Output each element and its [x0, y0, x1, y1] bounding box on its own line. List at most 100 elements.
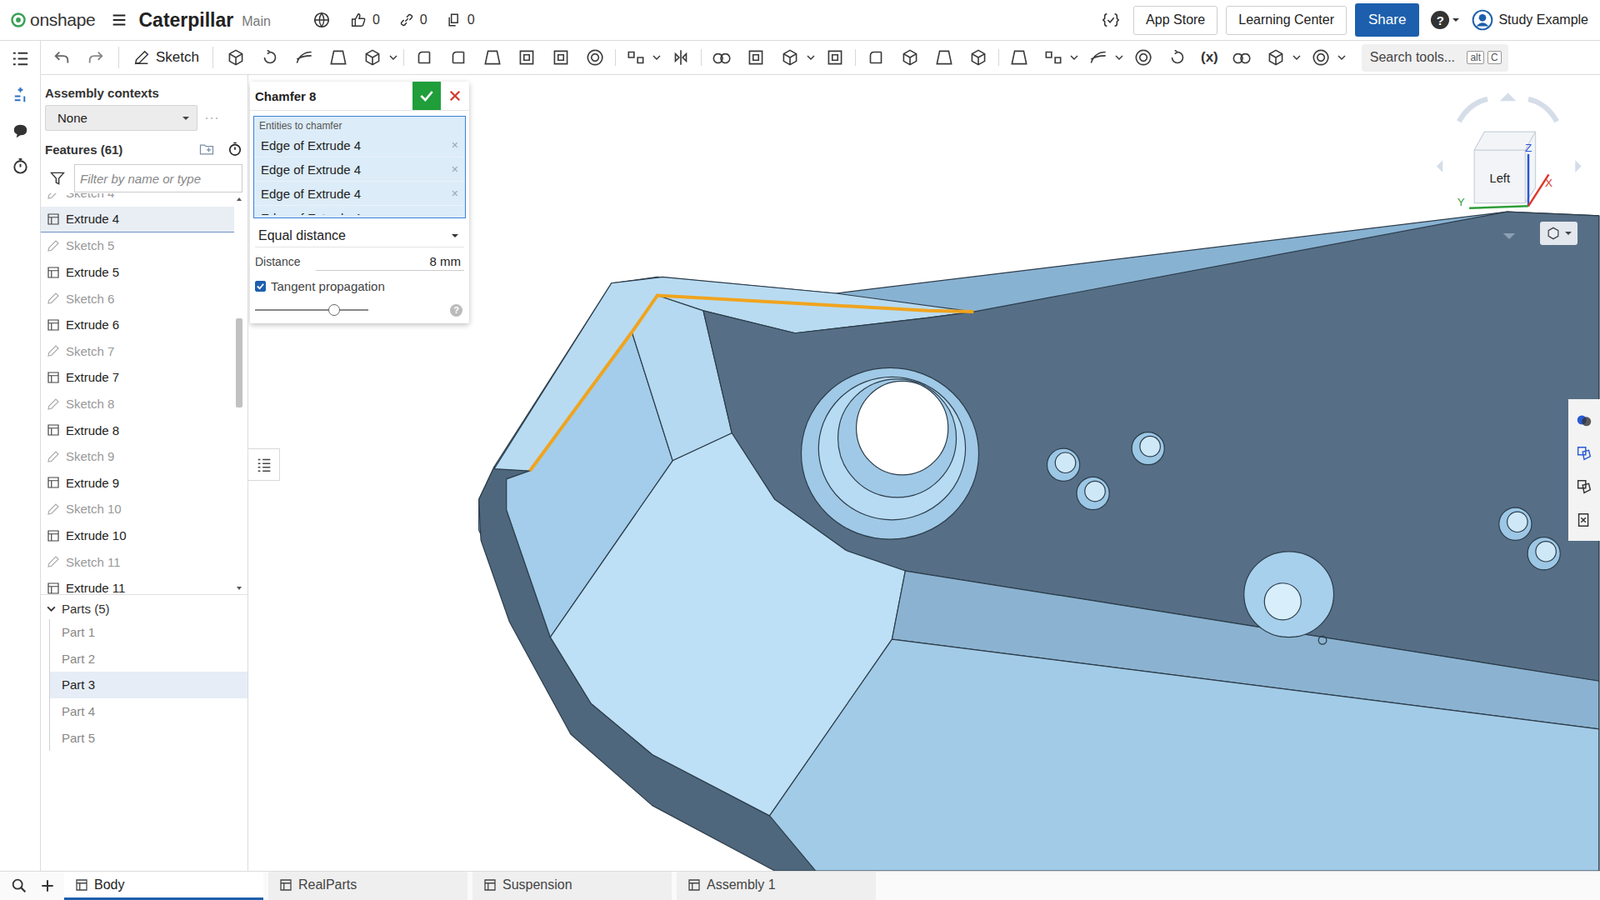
view-cube-face[interactable]: Left: [1490, 171, 1510, 185]
view-cube[interactable]: LeftZXY: [1428, 85, 1592, 219]
transform-icon[interactable]: [775, 46, 805, 69]
header-button[interactable]: Learning Center: [1225, 5, 1347, 35]
feature-row[interactable]: Extrude 11: [40, 575, 235, 595]
selected-edges[interactable]: [530, 295, 975, 471]
feature-dialog-list-tab[interactable]: [248, 448, 280, 481]
dropdown-caret-icon[interactable]: [1337, 53, 1346, 62]
filter-icon[interactable]: [49, 170, 66, 187]
feature-row[interactable]: Sketch 8: [40, 390, 235, 418]
branch-label[interactable]: Main: [241, 14, 271, 30]
remove-entity-button[interactable]: ×: [451, 162, 459, 176]
remove-entity-button[interactable]: ×: [451, 186, 459, 200]
entity-row[interactable]: Edge of Extrude 4 ×: [254, 157, 465, 182]
material-icon[interactable]: [1575, 444, 1594, 463]
help-button[interactable]: ?: [1430, 10, 1460, 30]
scroll-down-icon[interactable]: [235, 584, 244, 593]
entity-row[interactable]: Edge of Extrude 4 ×: [254, 181, 465, 206]
add-tab-icon[interactable]: [39, 877, 56, 895]
dropdown-caret-icon[interactable]: [1115, 53, 1124, 62]
feature-list-icon[interactable]: [10, 49, 30, 69]
sweep-icon[interactable]: [290, 46, 319, 69]
chamfer-type-dropdown[interactable]: Equal distance: [255, 225, 465, 248]
slider[interactable]: [255, 303, 369, 317]
view-menu-icon[interactable]: [1501, 231, 1517, 241]
properties-icon[interactable]: [1575, 477, 1594, 496]
part-row[interactable]: Part 4: [50, 698, 248, 725]
feature-row[interactable]: Sketch 10: [40, 495, 235, 523]
dropdown-caret-icon[interactable]: [652, 53, 661, 62]
comments-icon[interactable]: [10, 120, 30, 140]
delete-face-icon[interactable]: [895, 46, 925, 69]
dropdown-caret-icon[interactable]: [389, 53, 398, 62]
undo-icon[interactable]: [52, 48, 71, 67]
more-button[interactable]: ···: [204, 109, 220, 127]
scroll-thumb[interactable]: [235, 318, 243, 408]
feature-row[interactable]: Extrude 4: [40, 206, 235, 234]
entity-row[interactable]: Edge of Extrude 4 ×: [254, 133, 465, 158]
feature-row[interactable]: Extrude 10: [40, 522, 235, 550]
variable-tool[interactable]: (x): [1197, 49, 1222, 66]
explode-icon[interactable]: [1227, 46, 1256, 69]
feature-row[interactable]: Sketch 6: [40, 285, 235, 312]
likes-counter[interactable]: 0: [349, 10, 380, 30]
remove-entity-button[interactable]: ×: [451, 138, 459, 152]
remove-entity-button[interactable]: ×: [451, 210, 459, 215]
derived-icon[interactable]: [1261, 46, 1290, 69]
move-face-icon[interactable]: [930, 46, 959, 69]
fit-spline-icon[interactable]: [1129, 46, 1158, 69]
history-icon[interactable]: [10, 156, 30, 176]
user-menu[interactable]: Study Example: [1471, 9, 1589, 31]
menu-button[interactable]: [106, 10, 132, 30]
part-row[interactable]: Part 5: [50, 724, 248, 751]
extrude-icon[interactable]: [221, 46, 250, 69]
variables-panel-icon[interactable]: [1575, 510, 1594, 530]
dropdown-caret-icon[interactable]: [1292, 53, 1301, 62]
insert-icon[interactable]: [10, 85, 30, 105]
checkbox[interactable]: [255, 280, 266, 292]
hole-icon[interactable]: [580, 46, 610, 69]
dropdown-caret-icon[interactable]: [1070, 53, 1079, 62]
search-tools-input[interactable]: [1368, 49, 1465, 66]
search-tools[interactable]: altC: [1361, 44, 1509, 72]
links-counter[interactable]: 0: [398, 11, 428, 29]
document-tab[interactable]: Body: [64, 871, 264, 900]
variables-icon[interactable]: [1101, 10, 1120, 30]
wrap-icon[interactable]: [1163, 46, 1192, 69]
distance-input[interactable]: 8 mm: [315, 252, 465, 271]
feature-row[interactable]: Sketch 11: [40, 548, 235, 575]
appearance-icon[interactable]: [1575, 410, 1594, 430]
mate-connector-icon[interactable]: [1039, 46, 1068, 69]
dialog-help-button[interactable]: ?: [450, 304, 463, 317]
part-row[interactable]: Part 2: [50, 645, 248, 673]
document-tab[interactable]: RealParts: [268, 871, 468, 900]
delete-part-icon[interactable]: [820, 46, 850, 69]
copies-counter[interactable]: 0: [445, 11, 475, 29]
filter-input[interactable]: [74, 164, 243, 193]
replace-face-icon[interactable]: [964, 46, 993, 69]
entity-row[interactable]: Edge of Extrude 4 ×: [254, 205, 465, 215]
rollback-timer-icon[interactable]: [226, 140, 244, 158]
feature-row[interactable]: Sketch 5: [40, 232, 235, 260]
cancel-button[interactable]: [440, 81, 470, 110]
accept-button[interactable]: [412, 81, 441, 110]
mirror-icon[interactable]: [666, 46, 695, 69]
feature-row[interactable]: Extrude 5: [40, 259, 235, 286]
slider-thumb[interactable]: [328, 304, 340, 316]
render-mode-button[interactable]: [1540, 221, 1578, 245]
redo-icon[interactable]: [86, 48, 105, 67]
rib-icon[interactable]: [512, 46, 541, 69]
gear-icon[interactable]: [1306, 46, 1335, 69]
thicken-icon[interactable]: [358, 46, 387, 69]
draft-icon[interactable]: [478, 46, 507, 69]
fillet-icon[interactable]: [410, 46, 439, 69]
feature-row[interactable]: Extrude 7: [40, 364, 235, 391]
feature-row[interactable]: Extrude 8: [40, 416, 235, 444]
graphics-area[interactable]: LeftZXY Chamfer 8 Entities to chamfer Ed…: [248, 75, 1600, 871]
document-title[interactable]: Caterpillar: [138, 9, 234, 32]
document-tab[interactable]: Suspension: [472, 871, 672, 900]
scroll-up-icon[interactable]: [235, 195, 244, 204]
feature-row[interactable]: Extrude 9: [40, 470, 235, 497]
plane-icon[interactable]: [1005, 46, 1034, 69]
feature-row[interactable]: Sketch 4: [40, 193, 235, 207]
boolean-icon[interactable]: [707, 46, 736, 69]
